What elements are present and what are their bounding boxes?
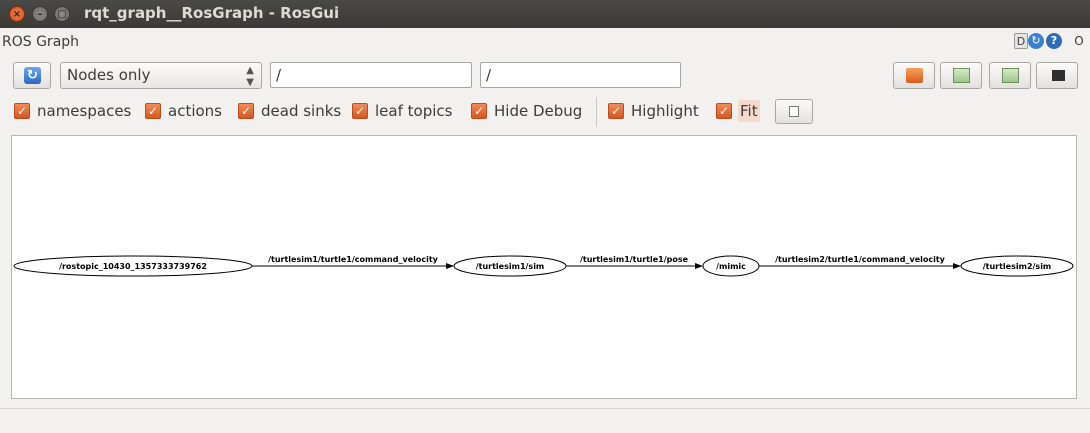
graph-edge[interactable]: /turtlesim1/turtle1/command_velocity — [252, 255, 454, 269]
dead-sinks-checkbox[interactable]: ✓ dead sinks — [238, 100, 343, 122]
window-titlebar: × – □ rqt_graph__RosGraph - RosGui — [0, 0, 1090, 28]
load-dot-button[interactable] — [893, 62, 935, 89]
minimize-window-button[interactable]: – — [32, 6, 48, 22]
graph-canvas[interactable]: /rostopic_10430_1357333739762 /turtlesim… — [11, 135, 1077, 399]
graph-node[interactable]: /turtlesim1/sim — [453, 255, 567, 277]
dock-controls: D ↻ ? O — [1006, 33, 1086, 51]
hide-debug-label: Hide Debug — [494, 102, 583, 120]
ros-graph: /rostopic_10430_1357333739762 /turtlesim… — [13, 255, 1074, 277]
node-label: /turtlesim2/sim — [983, 262, 1052, 271]
highlight-checkbox[interactable]: ✓ Highlight — [608, 100, 703, 122]
window-title: rqt_graph__RosGraph - RosGui — [84, 4, 340, 22]
edge-label: /turtlesim2/turtle1/command_velocity — [775, 255, 946, 264]
graph-node[interactable]: /turtlesim2/sim — [960, 255, 1074, 277]
fit-view-icon — [789, 106, 799, 117]
namespaces-checkbox[interactable]: ✓ namespaces — [14, 100, 134, 122]
hide-debug-checkbox[interactable]: ✓ Hide Debug — [471, 100, 586, 122]
black-square-icon — [1052, 70, 1065, 81]
highlight-label: Highlight — [631, 102, 699, 120]
refresh-icon: ↻ — [24, 67, 41, 84]
refresh-graph-button[interactable]: ↻ — [13, 62, 51, 89]
actions-label: actions — [168, 102, 222, 120]
maximize-window-button[interactable]: □ — [54, 6, 70, 22]
dock-title: ROS Graph — [2, 34, 80, 50]
fit-checkbox[interactable]: ✓ Fit — [716, 100, 766, 122]
namespaces-label: namespaces — [37, 102, 132, 120]
graph-edge[interactable]: /turtlesim1/turtle1/pose — [566, 255, 703, 269]
close-window-button[interactable]: × — [9, 6, 25, 22]
dock-d-button[interactable]: D — [1014, 33, 1028, 49]
leaf-topics-checkbox[interactable]: ✓ leaf topics — [352, 100, 462, 122]
fit-in-view-button[interactable] — [775, 99, 813, 124]
folder-open-icon — [906, 68, 923, 83]
graph-node[interactable]: /mimic — [702, 255, 760, 277]
node-label: /turtlesim1/sim — [476, 262, 545, 271]
status-bar — [0, 408, 1090, 433]
save-dot-button[interactable] — [940, 62, 982, 89]
checkbox-checked-icon: ✓ — [145, 103, 161, 119]
checkbox-checked-icon: ✓ — [352, 103, 368, 119]
save-image-icon — [1002, 68, 1019, 83]
save-image-button[interactable] — [989, 62, 1031, 89]
checkbox-checked-icon: ✓ — [238, 103, 254, 119]
screenshot-button[interactable] — [1036, 62, 1078, 89]
help-icon[interactable]: ? — [1046, 33, 1062, 49]
node-label: /rostopic_10430_1357333739762 — [59, 262, 207, 271]
checkbox-checked-icon: ✓ — [471, 103, 487, 119]
node-label: /mimic — [716, 262, 746, 271]
graph-type-select[interactable]: Nodes only ▲ ▼ — [60, 62, 262, 89]
save-dot-icon — [953, 68, 970, 83]
dock-close-button[interactable]: O — [1072, 33, 1086, 49]
checkbox-checked-icon: ✓ — [608, 103, 624, 119]
fit-label: Fit — [738, 100, 760, 122]
actions-checkbox[interactable]: ✓ actions — [145, 100, 225, 122]
edge-label: /turtlesim1/turtle1/command_velocity — [268, 255, 439, 264]
edge-label: /turtlesim1/turtle1/pose — [580, 255, 689, 264]
graph-edge[interactable]: /turtlesim2/turtle1/command_velocity — [759, 255, 961, 269]
reload-icon[interactable]: ↻ — [1028, 33, 1044, 49]
combo-arrows-icon: ▲ ▼ — [246, 65, 254, 88]
graph-node[interactable]: /rostopic_10430_1357333739762 — [13, 255, 253, 277]
graph-type-value: Nodes only — [67, 66, 151, 84]
namespace-filter-input[interactable]: / — [270, 62, 472, 88]
checkbox-checked-icon: ✓ — [716, 103, 732, 119]
checkbox-checked-icon: ✓ — [14, 103, 30, 119]
topic-filter-input[interactable]: / — [480, 62, 681, 88]
toolbar-separator — [596, 97, 597, 127]
leaf-topics-label: leaf topics — [375, 102, 453, 120]
dead-sinks-label: dead sinks — [261, 102, 342, 120]
